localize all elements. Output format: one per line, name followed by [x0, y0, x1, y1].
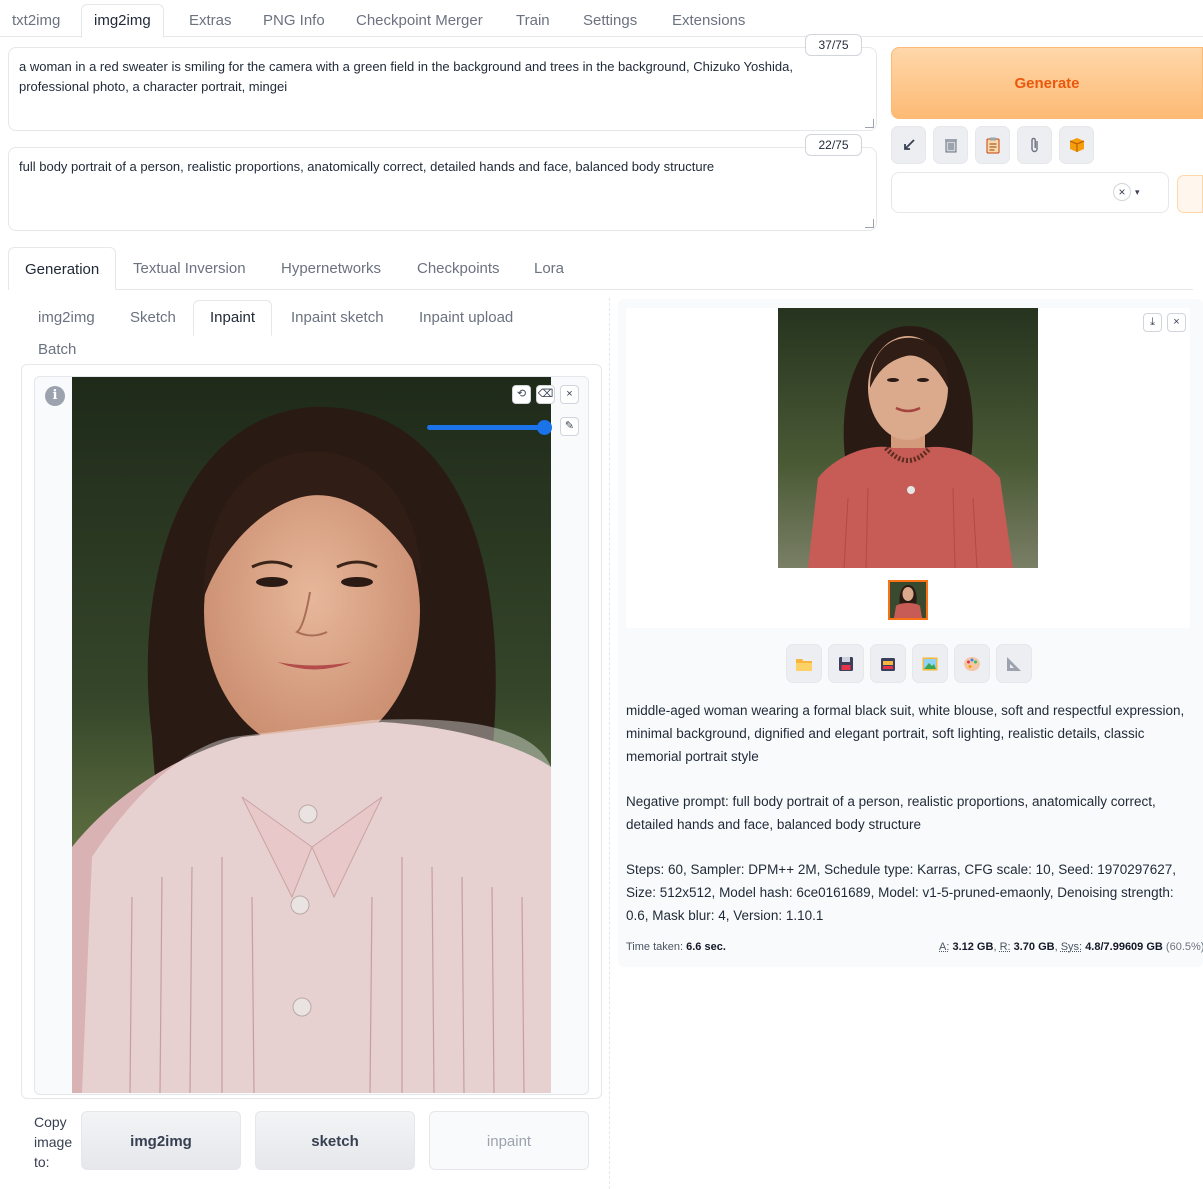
send-to-img2img-button[interactable] — [912, 644, 948, 683]
source-image[interactable] — [72, 377, 551, 1093]
negative-token-counter: 22/75 — [805, 134, 862, 156]
send-to-inpaint-button[interactable] — [954, 644, 990, 683]
vram-r-label: R: — [999, 941, 1011, 953]
mode-tab-img2img[interactable]: img2img — [22, 301, 111, 335]
download-icon[interactable]: ⤓ — [1143, 313, 1162, 332]
tab-train[interactable]: Train — [504, 5, 562, 37]
ruler-icon — [1007, 656, 1021, 671]
vram-r-value: 3.70 GB — [1013, 941, 1055, 953]
clear-prompt-button[interactable] — [933, 126, 968, 164]
vram-sys-value: 4.8/7.99609 GB — [1085, 941, 1163, 953]
info-icon[interactable]: i — [45, 386, 65, 406]
save-button[interactable] — [828, 644, 864, 683]
box-icon — [1069, 138, 1084, 152]
close-icon[interactable]: × — [1167, 313, 1186, 332]
time-taken: Time taken: 6.6 sec. — [626, 941, 726, 953]
copy-to-img2img-button[interactable]: img2img — [81, 1111, 241, 1170]
resize-handle[interactable] — [865, 219, 874, 228]
arrow-icon — [903, 139, 915, 150]
brush-icon[interactable]: ✎ — [560, 417, 579, 436]
prompt-token-counter: 37/75 — [805, 34, 862, 56]
generate-button[interactable]: Generate — [891, 47, 1203, 119]
tab-settings[interactable]: Settings — [571, 5, 649, 37]
tab-textual-inversion[interactable]: Textual Inversion — [117, 255, 262, 289]
save-icon — [839, 656, 853, 671]
eraser-icon[interactable]: ⌫ — [536, 385, 555, 404]
open-folder-button[interactable] — [786, 644, 822, 683]
tab-lora[interactable]: Lora — [518, 255, 580, 289]
vram-a-value: 3.12 GB — [952, 941, 994, 953]
read-params-button[interactable] — [891, 126, 926, 164]
result-negative-prompt: Negative prompt: full body portrait of a… — [626, 794, 1156, 832]
clear-styles-icon[interactable]: × — [1113, 183, 1131, 201]
vram-sys-label: Sys: — [1060, 941, 1083, 953]
negative-prompt-text: full body portrait of a person, realisti… — [19, 159, 715, 174]
mode-tab-inpaint-sketch[interactable]: Inpaint sketch — [275, 301, 400, 335]
zip-button[interactable] — [870, 644, 906, 683]
tab-extensions[interactable]: Extensions — [660, 5, 757, 37]
copy-image-to-label: Copy image to: — [34, 1114, 73, 1170]
tab-img2img[interactable]: img2img — [81, 4, 164, 38]
send-to-extras-button[interactable] — [996, 644, 1032, 683]
prompt-text: a woman in a red sweater is smiling for … — [19, 59, 793, 94]
tab-generation[interactable]: Generation — [8, 247, 117, 291]
palette-icon — [964, 656, 980, 671]
time-taken-value: 6.6 sec. — [686, 941, 726, 953]
zip-icon — [881, 657, 895, 671]
time-taken-label: Time taken: — [626, 941, 684, 953]
negative-prompt-input[interactable]: full body portrait of a person, realisti… — [8, 147, 877, 231]
folder-icon — [796, 658, 812, 671]
extra-networks-button[interactable] — [1017, 126, 1052, 164]
trash-icon — [944, 139, 957, 153]
undo-icon[interactable]: ⟲ — [512, 385, 531, 404]
paperclip-icon — [1030, 137, 1038, 153]
tab-checkpoint-merger[interactable]: Checkpoint Merger — [344, 5, 495, 37]
resize-handle[interactable] — [865, 119, 874, 128]
brush-size-slider[interactable] — [427, 425, 547, 430]
clipboard-icon — [986, 137, 999, 154]
image-icon — [922, 657, 938, 670]
brush-size-handle[interactable] — [537, 420, 552, 435]
top-tab-bar: txt2img img2img Extras PNG Info Checkpoi… — [0, 0, 1203, 38]
edit-styles-button[interactable] — [1177, 175, 1203, 213]
copy-to-sketch-button[interactable]: sketch — [255, 1111, 415, 1170]
tab-png-info[interactable]: PNG Info — [251, 5, 337, 37]
result-image[interactable] — [778, 308, 1038, 568]
tab-extras[interactable]: Extras — [177, 5, 244, 37]
result-parameters: Steps: 60, Sampler: DPM++ 2M, Schedule t… — [626, 862, 1177, 923]
prompt-input[interactable]: a woman in a red sweater is smiling for … — [8, 47, 877, 131]
close-icon[interactable]: × — [560, 385, 579, 404]
tab-checkpoints[interactable]: Checkpoints — [401, 255, 516, 289]
vram-usage: A: 3.12 GB, R: 3.70 GB, Sys: 4.8/7.99609… — [939, 941, 1203, 953]
tab-hypernetworks[interactable]: Hypernetworks — [265, 255, 397, 289]
mode-tab-batch[interactable]: Batch — [22, 333, 92, 367]
chevron-down-icon[interactable]: ▾ — [1135, 187, 1140, 198]
tab-txt2img[interactable]: txt2img — [0, 5, 72, 37]
vram-sys-percent: (60.5%) — [1165, 941, 1203, 953]
save-style-button[interactable] — [1059, 126, 1094, 164]
vram-a-label: A: — [939, 941, 950, 953]
mode-tab-sketch[interactable]: Sketch — [114, 301, 192, 335]
apply-styles-button[interactable] — [975, 126, 1010, 164]
panel-divider — [609, 298, 610, 1189]
copy-to-inpaint-button[interactable]: inpaint — [429, 1111, 589, 1170]
mode-tab-inpaint-upload[interactable]: Inpaint upload — [403, 301, 529, 335]
result-prompt: middle-aged woman wearing a formal black… — [626, 703, 1185, 764]
mode-tab-inpaint[interactable]: Inpaint — [193, 300, 273, 336]
result-thumbnail[interactable] — [888, 580, 928, 620]
